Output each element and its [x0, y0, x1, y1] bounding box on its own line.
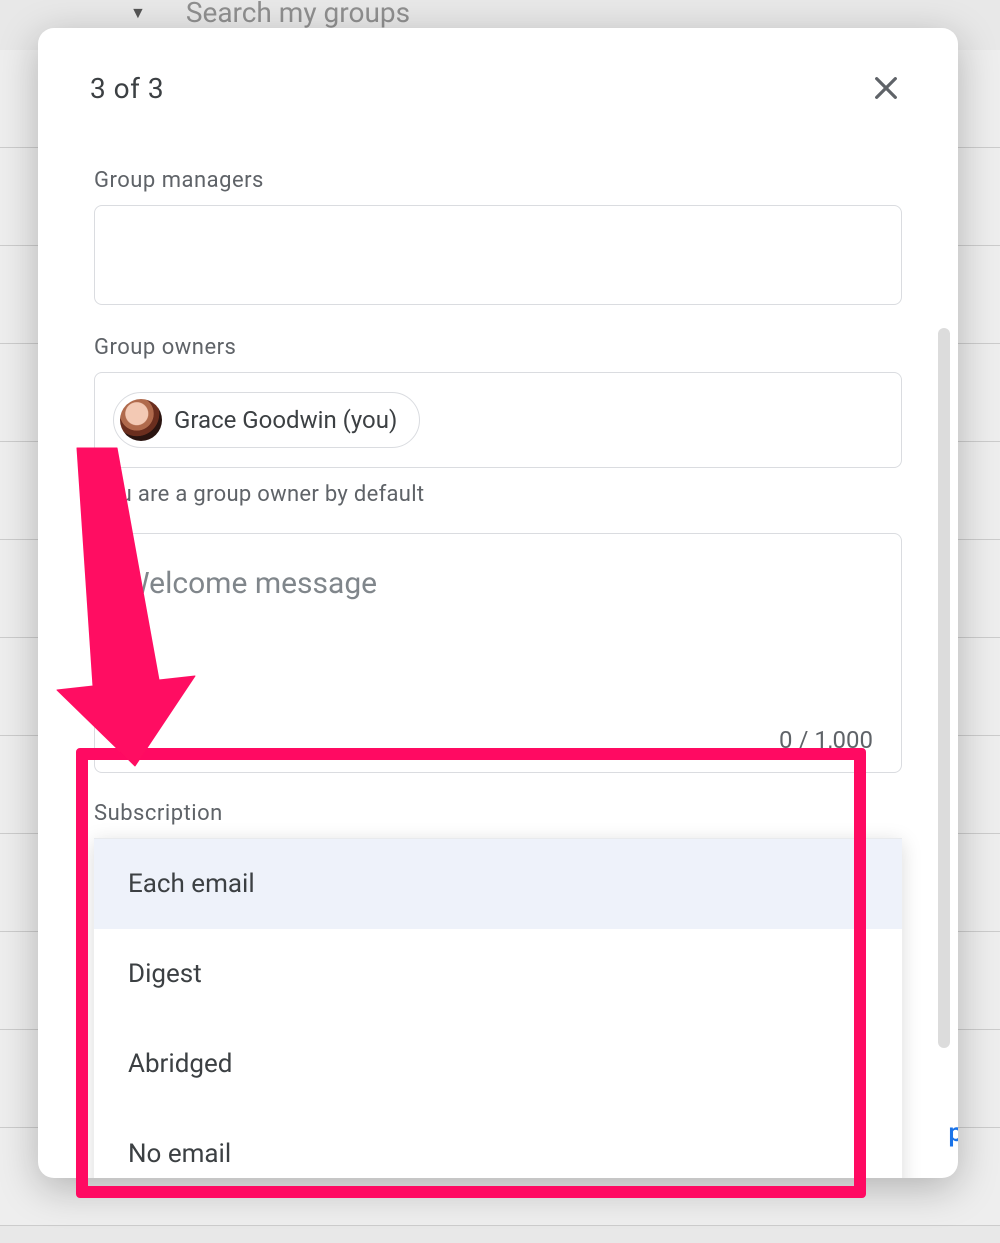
background-search-placeholder: Search my groups — [186, 0, 410, 29]
subscription-option-abridged[interactable]: Abridged — [94, 1019, 902, 1109]
group-owners-label: Group owners — [94, 335, 902, 360]
dropdown-triangle-icon: ▼ — [130, 3, 146, 23]
close-button[interactable] — [866, 68, 906, 108]
subscription-label: Subscription — [94, 801, 902, 826]
subscription-option-each-email[interactable]: Each email — [94, 839, 902, 929]
welcome-message-input[interactable]: Welcome message 0 / 1,000 — [94, 533, 902, 773]
owner-chip[interactable]: Grace Goodwin (you) — [113, 392, 420, 448]
create-group-modal: 3 of 3 Group managers Group owners Grace… — [38, 28, 958, 1178]
character-count: 0 / 1,000 — [779, 726, 873, 754]
subscription-dropdown[interactable]: Each email Digest Abridged No email — [94, 838, 902, 1178]
group-owners-input[interactable]: Grace Goodwin (you) — [94, 372, 902, 468]
page-backdrop: ▼ Search my groups 3 of 3 Group managers — [0, 0, 1000, 1243]
close-icon — [870, 72, 902, 104]
step-indicator: 3 of 3 — [90, 72, 164, 105]
background-search: ▼ Search my groups — [130, 0, 410, 29]
owner-chip-label: Grace Goodwin (you) — [174, 406, 397, 434]
group-managers-input[interactable] — [94, 205, 902, 305]
welcome-placeholder: Welcome message — [123, 566, 873, 601]
owner-hint: You are a group owner by default — [94, 482, 902, 507]
group-button-peek: p — [948, 1118, 958, 1148]
scrollbar-thumb[interactable] — [938, 328, 950, 1048]
subscription-option-no-email[interactable]: No email — [94, 1109, 902, 1178]
subscription-option-digest[interactable]: Digest — [94, 929, 902, 1019]
group-managers-label: Group managers — [94, 168, 902, 193]
subscription-section: Subscription Each email Digest Abridged … — [94, 801, 902, 1178]
modal-header: 3 of 3 — [38, 28, 958, 128]
avatar — [120, 399, 162, 441]
modal-body: Group managers Group owners Grace Goodwi… — [38, 128, 958, 1178]
